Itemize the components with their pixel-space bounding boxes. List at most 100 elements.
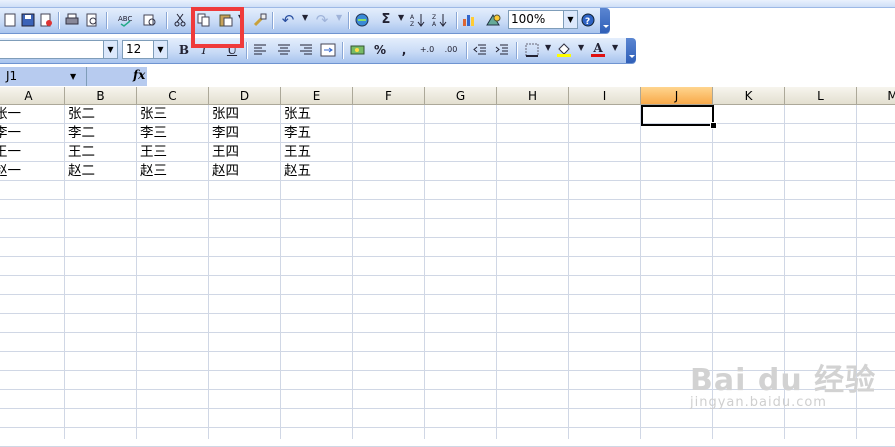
column-header-c[interactable]: C	[137, 87, 209, 105]
svg-text:Z: Z	[432, 14, 436, 21]
column-header-a[interactable]: A	[0, 87, 65, 105]
cell[interactable]: 张二	[66, 105, 95, 124]
font-size-dropdown-icon[interactable]: ▼	[153, 41, 167, 58]
column-header-l[interactable]: L	[785, 87, 857, 105]
cell[interactable]: 李三	[138, 124, 167, 143]
autosum-icon[interactable]: Σ	[378, 12, 394, 28]
sort-ascending-icon[interactable]: AZ	[410, 12, 426, 28]
column-header-j[interactable]: J	[641, 87, 713, 105]
active-cell-border	[641, 105, 714, 126]
cell[interactable]: 李一	[0, 124, 21, 143]
percent-button[interactable]: %	[372, 42, 388, 58]
cell[interactable]: 赵二	[66, 162, 95, 181]
row-gridline	[0, 332, 895, 333]
watermark: Bai du 经验 jingyan.baidu.com	[690, 355, 880, 415]
save-icon[interactable]	[20, 12, 36, 28]
separator	[516, 42, 517, 59]
redo-icon[interactable]: ↷	[314, 12, 330, 28]
column-header-f[interactable]: F	[353, 87, 425, 105]
print-icon[interactable]	[64, 12, 80, 28]
cut-icon[interactable]	[172, 12, 188, 28]
undo-icon[interactable]: ↶	[280, 12, 296, 28]
borders-dropdown-icon[interactable]: ▼	[545, 43, 551, 52]
font-size-select[interactable]: 12 ▼	[122, 40, 168, 59]
font-color-dropdown-icon[interactable]: ▼	[612, 43, 618, 52]
merge-center-icon[interactable]	[320, 42, 336, 58]
row-gridline	[0, 142, 895, 143]
insert-function-icon[interactable]: fx	[133, 68, 145, 82]
cell[interactable]: 赵三	[138, 162, 167, 181]
new-icon[interactable]	[2, 12, 18, 28]
cell[interactable]: 赵一	[0, 162, 21, 181]
bold-button[interactable]: B	[176, 42, 192, 58]
cell[interactable]: 张四	[210, 105, 239, 124]
formula-input[interactable]	[150, 68, 890, 85]
print-preview-icon[interactable]	[84, 12, 100, 28]
decrease-decimal-button[interactable]: .00	[440, 42, 462, 58]
cell[interactable]: 赵五	[282, 162, 311, 181]
decrease-indent-icon[interactable]	[472, 42, 488, 58]
svg-text:A: A	[432, 21, 437, 27]
cell[interactable]: 张一	[0, 105, 21, 124]
cell[interactable]: 李五	[282, 124, 311, 143]
column-header-d[interactable]: D	[209, 87, 281, 105]
cell[interactable]: 赵四	[210, 162, 239, 181]
separator	[106, 12, 107, 29]
sort-descending-icon[interactable]: ZA	[432, 12, 448, 28]
permission-icon[interactable]	[38, 12, 54, 28]
toolbar-options-icon[interactable]	[626, 38, 636, 63]
currency-icon[interactable]	[350, 42, 366, 58]
column-header-i[interactable]: I	[569, 87, 641, 105]
align-left-icon[interactable]	[252, 42, 268, 58]
row-gridline	[0, 351, 895, 352]
toolbar-options-icon[interactable]	[600, 8, 610, 33]
zoom-select[interactable]: 100% ▼	[508, 10, 578, 29]
increase-decimal-button[interactable]: +.0	[416, 42, 438, 58]
row-gridline	[0, 199, 895, 200]
column-header-e[interactable]: E	[281, 87, 353, 105]
fill-color-dropdown-icon[interactable]: ▼	[578, 43, 584, 52]
column-header-h[interactable]: H	[497, 87, 569, 105]
undo-dropdown-icon[interactable]: ▼	[302, 13, 308, 22]
name-box[interactable]: J1 ▼	[0, 67, 87, 86]
font-name-dropdown-icon[interactable]: ▼	[103, 41, 117, 58]
research-icon[interactable]	[142, 12, 158, 28]
align-center-icon[interactable]	[276, 42, 292, 58]
cell[interactable]: 王三	[138, 143, 167, 162]
cell[interactable]: 李四	[210, 124, 239, 143]
cell[interactable]: 张五	[282, 105, 311, 124]
help-icon[interactable]: ?	[580, 12, 596, 28]
name-box-dropdown-icon[interactable]: ▼	[70, 67, 76, 86]
chart-wizard-icon[interactable]	[462, 12, 478, 28]
format-painter-icon[interactable]	[252, 12, 268, 28]
fill-color-icon[interactable]	[556, 42, 572, 58]
hyperlink-icon[interactable]	[354, 12, 370, 28]
column-header-k[interactable]: K	[713, 87, 785, 105]
cell[interactable]: 张三	[138, 105, 167, 124]
cell[interactable]: 王四	[210, 143, 239, 162]
svg-text:?: ?	[585, 17, 590, 27]
increase-indent-icon[interactable]	[494, 42, 510, 58]
cell[interactable]: 王二	[66, 143, 95, 162]
zoom-dropdown-icon[interactable]: ▼	[563, 11, 577, 28]
column-header-b[interactable]: B	[65, 87, 137, 105]
column-header-g[interactable]: G	[425, 87, 497, 105]
spelling-icon[interactable]: ABC	[118, 12, 134, 28]
drawing-icon[interactable]	[486, 12, 502, 28]
cell[interactable]: 王一	[0, 143, 21, 162]
autosum-dropdown-icon[interactable]: ▼	[398, 13, 404, 22]
align-right-icon[interactable]	[298, 42, 314, 58]
font-name-select[interactable]: ▼	[0, 40, 118, 59]
menu-bar	[0, 0, 895, 8]
font-color-button[interactable]: A	[590, 42, 606, 58]
fill-handle[interactable]	[710, 122, 717, 129]
font-color-swatch	[591, 54, 605, 57]
column-header-m[interactable]: M	[857, 87, 895, 105]
separator	[246, 42, 247, 59]
redo-dropdown-icon[interactable]: ▼	[336, 13, 342, 22]
cell[interactable]: 王五	[282, 143, 311, 162]
separator	[456, 12, 457, 29]
cell[interactable]: 李二	[66, 124, 95, 143]
comma-button[interactable]: ,	[396, 42, 412, 58]
borders-icon[interactable]	[524, 42, 540, 58]
